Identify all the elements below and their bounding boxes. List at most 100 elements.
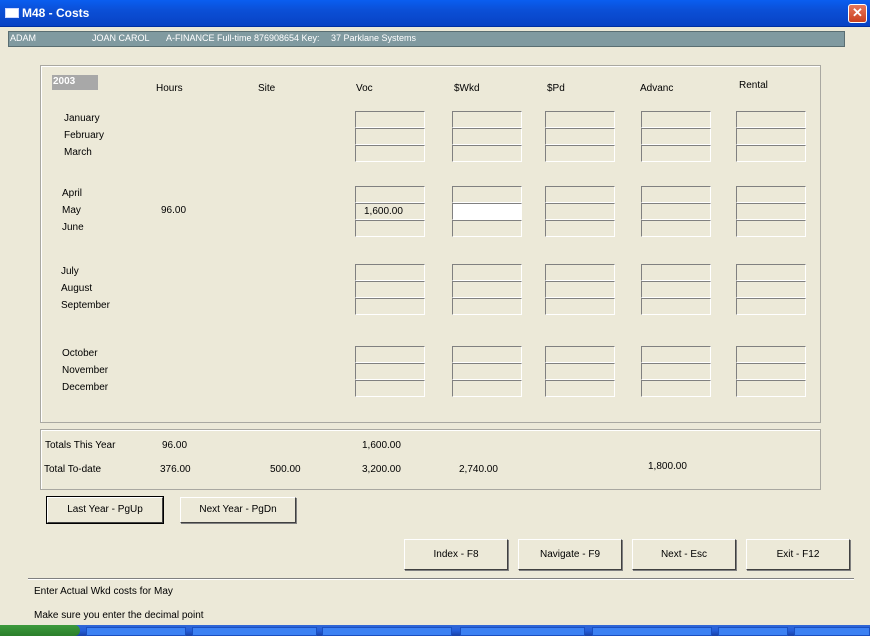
cost-input-voc-june[interactable] [355, 220, 425, 237]
column-header-site: Site [258, 83, 276, 94]
next-button[interactable]: Next - Esc [632, 539, 736, 570]
cost-input-wkd-april[interactable] [452, 186, 522, 203]
cost-input-voc-september[interactable] [355, 298, 425, 315]
close-icon[interactable]: ✕ [848, 4, 867, 23]
cost-input-rental-january[interactable] [736, 111, 806, 128]
cost-input-wkd-november[interactable] [452, 363, 522, 380]
cost-input-voc-march[interactable] [355, 145, 425, 162]
cost-input-rental-september[interactable] [736, 298, 806, 315]
cost-input-pd-may[interactable] [545, 203, 615, 220]
app-icon [5, 8, 19, 18]
cost-input-rental-october[interactable] [736, 346, 806, 363]
cost-input-rental-may[interactable] [736, 203, 806, 220]
cost-input-wkd-december[interactable] [452, 380, 522, 397]
total-to-date-voc: 3,200.00 [362, 464, 401, 475]
status-separator [28, 578, 854, 580]
cost-input-rental-march[interactable] [736, 145, 806, 162]
month-label-april: April [62, 188, 83, 199]
index-button[interactable]: Index - F8 [404, 539, 508, 570]
totals-panel [40, 429, 821, 490]
column-header-advanc: Advanc [640, 83, 674, 94]
title-bar: M48 - Costs ✕ [0, 0, 870, 27]
cost-input-rental-february[interactable] [736, 128, 806, 145]
cost-input-pd-november[interactable] [545, 363, 615, 380]
exit-button[interactable]: Exit - F12 [746, 539, 850, 570]
cost-input-wkd-july[interactable] [452, 264, 522, 281]
hours-value-may: 96.00 [161, 205, 187, 216]
cost-input-rental-august[interactable] [736, 281, 806, 298]
taskbar-item[interactable] [460, 627, 585, 636]
cost-input-pd-august[interactable] [545, 281, 615, 298]
cost-input-rental-april[interactable] [736, 186, 806, 203]
taskbar-item[interactable] [86, 627, 186, 636]
taskbar-item[interactable] [794, 627, 870, 636]
cost-input-advanc-january[interactable] [641, 111, 711, 128]
column-header-wkd: $Wkd [454, 83, 480, 94]
cost-input-wkd-february[interactable] [452, 128, 522, 145]
cost-input-advanc-june[interactable] [641, 220, 711, 237]
navigate-button[interactable]: Navigate - F9 [518, 539, 622, 570]
column-header-rental: Rental [739, 80, 768, 91]
cost-input-advanc-april[interactable] [641, 186, 711, 203]
taskbar-item[interactable] [718, 627, 788, 636]
cost-input-advanc-october[interactable] [641, 346, 711, 363]
year-label: 2003 [52, 75, 98, 90]
cost-input-rental-november[interactable] [736, 363, 806, 380]
cost-input-pd-june[interactable] [545, 220, 615, 237]
cost-input-rental-june[interactable] [736, 220, 806, 237]
cost-input-advanc-march[interactable] [641, 145, 711, 162]
cost-input-wkd-june[interactable] [452, 220, 522, 237]
cost-input-advanc-september[interactable] [641, 298, 711, 315]
cost-input-voc-january[interactable] [355, 111, 425, 128]
employee-company: 37 Parklane Systems [331, 33, 417, 43]
cost-input-advanc-may[interactable] [641, 203, 711, 220]
month-label-november: November [62, 365, 109, 376]
taskbar-item[interactable] [322, 627, 452, 636]
month-label-october: October [62, 348, 98, 359]
cost-input-wkd-january[interactable] [452, 111, 522, 128]
cost-input-wkd-march[interactable] [452, 145, 522, 162]
cost-input-voc-april[interactable] [355, 186, 425, 203]
month-label-december: December [62, 382, 109, 393]
cost-input-voc-may[interactable]: 1,600.00 [355, 203, 425, 220]
last-year-button[interactable]: Last Year - PgUp [46, 496, 164, 524]
cost-input-pd-april[interactable] [545, 186, 615, 203]
column-header-pd: $Pd [547, 83, 565, 94]
month-label-march: March [64, 147, 92, 158]
cost-input-wkd-august[interactable] [452, 281, 522, 298]
cost-input-advanc-november[interactable] [641, 363, 711, 380]
cost-input-rental-december[interactable] [736, 380, 806, 397]
cost-input-advanc-july[interactable] [641, 264, 711, 281]
cost-input-voc-december[interactable] [355, 380, 425, 397]
cost-input-pd-december[interactable] [545, 380, 615, 397]
cost-input-pd-july[interactable] [545, 264, 615, 281]
status-message-line2: Make sure you enter the decimal point [34, 610, 204, 621]
month-label-september: September [61, 300, 110, 311]
totals-this-year-label: Totals This Year [45, 440, 116, 451]
cost-input-wkd-september[interactable] [452, 298, 522, 315]
start-button[interactable] [0, 625, 80, 636]
month-label-january: January [64, 113, 100, 124]
cost-input-rental-july[interactable] [736, 264, 806, 281]
cost-input-pd-september[interactable] [545, 298, 615, 315]
column-header-hours: Hours [156, 83, 183, 94]
cost-input-advanc-february[interactable] [641, 128, 711, 145]
next-year-button[interactable]: Next Year - PgDn [180, 497, 296, 523]
month-label-june: June [62, 222, 84, 233]
cost-input-pd-october[interactable] [545, 346, 615, 363]
cost-input-voc-february[interactable] [355, 128, 425, 145]
cost-input-pd-february[interactable] [545, 128, 615, 145]
cost-input-voc-november[interactable] [355, 363, 425, 380]
cost-input-advanc-august[interactable] [641, 281, 711, 298]
cost-input-voc-october[interactable] [355, 346, 425, 363]
cost-input-pd-march[interactable] [545, 145, 615, 162]
cost-input-wkd-may[interactable] [452, 203, 522, 220]
cost-input-voc-july[interactable] [355, 264, 425, 281]
taskbar-item[interactable] [592, 627, 712, 636]
status-message-line1: Enter Actual Wkd costs for May [34, 586, 173, 597]
taskbar-item[interactable] [192, 627, 317, 636]
cost-input-voc-august[interactable] [355, 281, 425, 298]
cost-input-wkd-october[interactable] [452, 346, 522, 363]
cost-input-advanc-december[interactable] [641, 380, 711, 397]
cost-input-pd-january[interactable] [545, 111, 615, 128]
